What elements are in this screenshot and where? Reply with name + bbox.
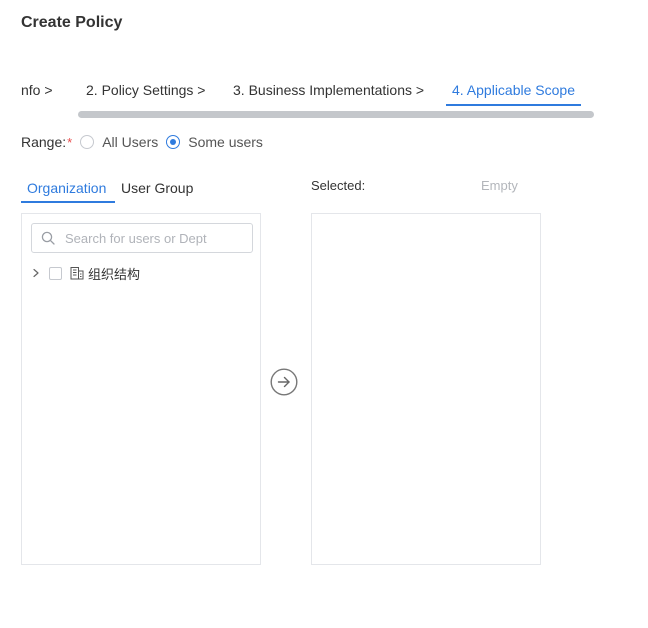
step-navigation: nfo > 2. Policy Settings > 3. Business I… (0, 70, 648, 122)
radio-some-users[interactable]: Some users (166, 134, 263, 150)
step-business-implementations[interactable]: 3. Business Implementations > (233, 82, 424, 98)
radio-all-users[interactable]: All Users (80, 134, 158, 150)
tree-node-checkbox[interactable] (49, 266, 62, 280)
step-applicable-scope[interactable]: 4. Applicable Scope (452, 82, 575, 98)
radio-circle[interactable] (80, 135, 95, 149)
selected-label: Selected: (311, 178, 366, 193)
active-tab-indicator (21, 201, 115, 203)
tab-organization[interactable]: Organization (27, 180, 106, 196)
chevron-right-icon[interactable] (31, 268, 41, 278)
step-basic-info[interactable]: nfo > (21, 82, 53, 98)
step-policy-settings[interactable]: 2. Policy Settings > (86, 82, 205, 98)
tab-user-group[interactable]: User Group (121, 180, 193, 196)
search-icon (41, 231, 55, 245)
arrow-right-circle-icon[interactable] (270, 368, 298, 396)
radio-all-users-label: All Users (102, 134, 159, 150)
search-box[interactable] (31, 223, 253, 253)
organization-tree-panel: 组织结构 (21, 213, 261, 565)
radio-circle-checked[interactable] (166, 135, 181, 149)
search-input[interactable] (65, 230, 235, 246)
steps-scrollbar[interactable] (78, 111, 594, 118)
active-step-indicator (446, 104, 581, 106)
required-mark: * (67, 134, 73, 150)
selected-panel (311, 213, 541, 565)
dialog-title: Create Policy (21, 14, 123, 31)
radio-some-users-label: Some users (188, 134, 263, 150)
range-field: Range: * All Users Some users (21, 134, 271, 150)
range-label: Range: (21, 134, 67, 150)
tree-node-root[interactable]: 组织结构 (31, 264, 140, 282)
building-icon (70, 267, 84, 280)
selected-empty-text: Empty (481, 178, 518, 193)
tree-node-label[interactable]: 组织结构 (88, 264, 140, 283)
